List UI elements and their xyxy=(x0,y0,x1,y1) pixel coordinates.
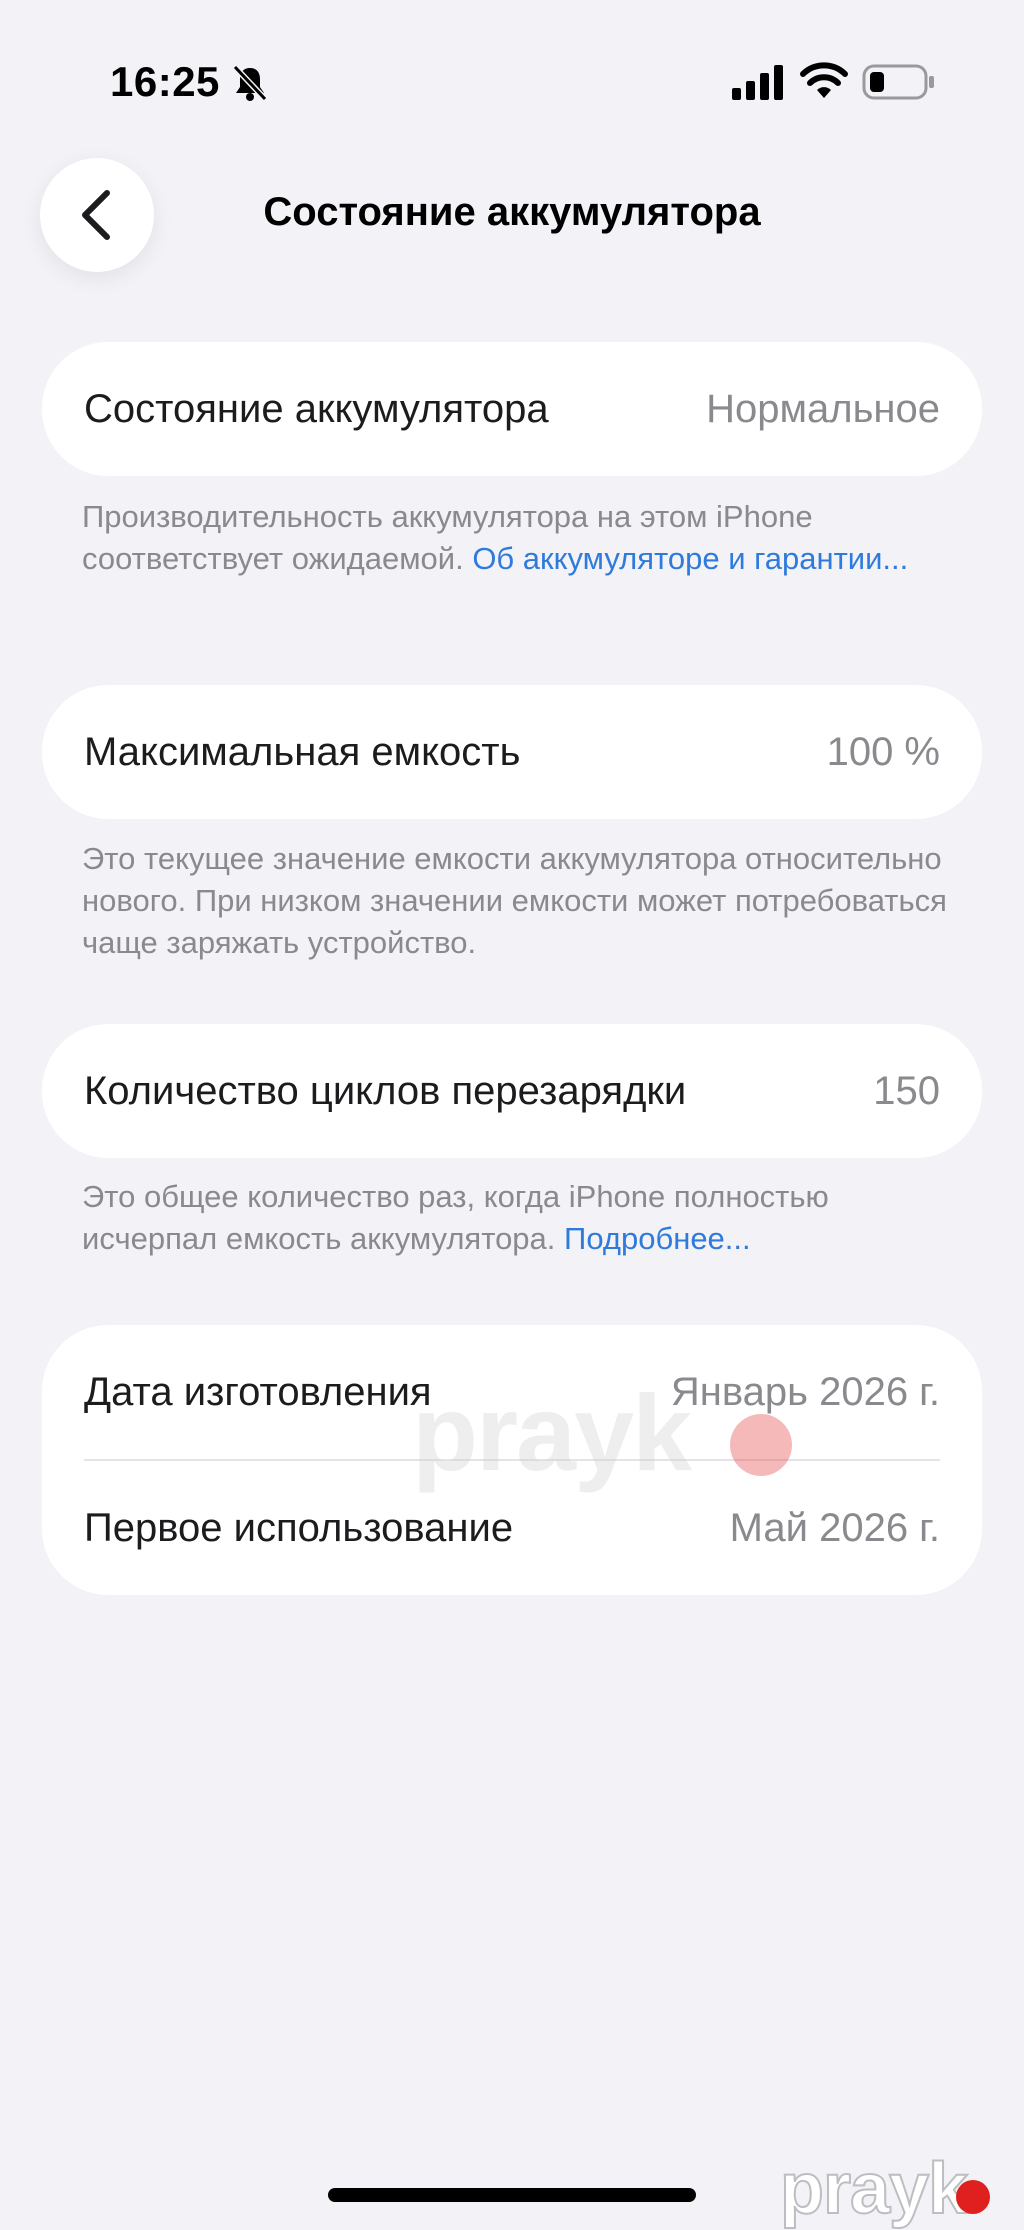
battery-health-value: Нормальное xyxy=(706,386,940,431)
first-use-label: Первое использование xyxy=(84,1505,514,1550)
max-capacity-value: 100 % xyxy=(826,729,940,774)
status-bar: 16:25 xyxy=(0,0,1024,150)
cycle-count-value: 150 xyxy=(873,1068,940,1113)
battery-health-card: Состояние аккумулятора Нормальное xyxy=(42,342,982,476)
max-capacity-card: Максимальная емкость 100 % xyxy=(42,685,982,819)
corner-watermark-dot xyxy=(956,2180,990,2214)
page-title: Состояние аккумулятора xyxy=(263,190,761,234)
corner-watermark-logo: prayk xyxy=(779,2148,969,2230)
battery-health-label: Состояние аккумулятора xyxy=(84,386,549,431)
cellular-signal-icon xyxy=(732,65,783,100)
cycle-count-footnote: Это общее количество раз, когда iPhone п… xyxy=(82,1176,962,1260)
watermark-logo: prayk xyxy=(412,1372,692,1493)
bell-slash-icon xyxy=(232,64,268,102)
battery-low-icon xyxy=(862,64,934,100)
back-button[interactable] xyxy=(40,158,154,272)
battery-warranty-link[interactable]: Об аккумуляторе и гарантии... xyxy=(472,541,908,576)
cycle-count-label: Количество циклов перезарядки xyxy=(84,1068,687,1113)
wifi-icon xyxy=(800,62,848,98)
max-capacity-footnote: Это текущее значение емкости аккумулятор… xyxy=(82,838,962,964)
chevron-left-icon xyxy=(82,190,110,240)
cycle-count-row: Количество циклов перезарядки 150 xyxy=(42,1024,982,1158)
status-time: 16:25 xyxy=(110,58,220,105)
max-capacity-row: Максимальная емкость 100 % xyxy=(42,685,982,819)
max-capacity-label: Максимальная емкость xyxy=(84,729,521,774)
home-indicator[interactable] xyxy=(328,2188,696,2202)
watermark-dot xyxy=(730,1414,792,1476)
learn-more-link[interactable]: Подробнее... xyxy=(564,1221,751,1256)
battery-health-row: Состояние аккумулятора Нормальное xyxy=(42,342,982,476)
manufacture-date-label: Дата изготовления xyxy=(84,1369,432,1414)
first-use-value: Май 2026 г. xyxy=(729,1505,940,1550)
battery-health-footnote: Производительность аккумулятора на этом … xyxy=(82,496,962,580)
max-capacity-footnote-text: Это текущее значение емкости аккумулятор… xyxy=(82,841,947,960)
manufacture-date-value: Январь 2026 г. xyxy=(670,1369,940,1414)
cycle-count-card: Количество циклов перезарядки 150 xyxy=(42,1024,982,1158)
